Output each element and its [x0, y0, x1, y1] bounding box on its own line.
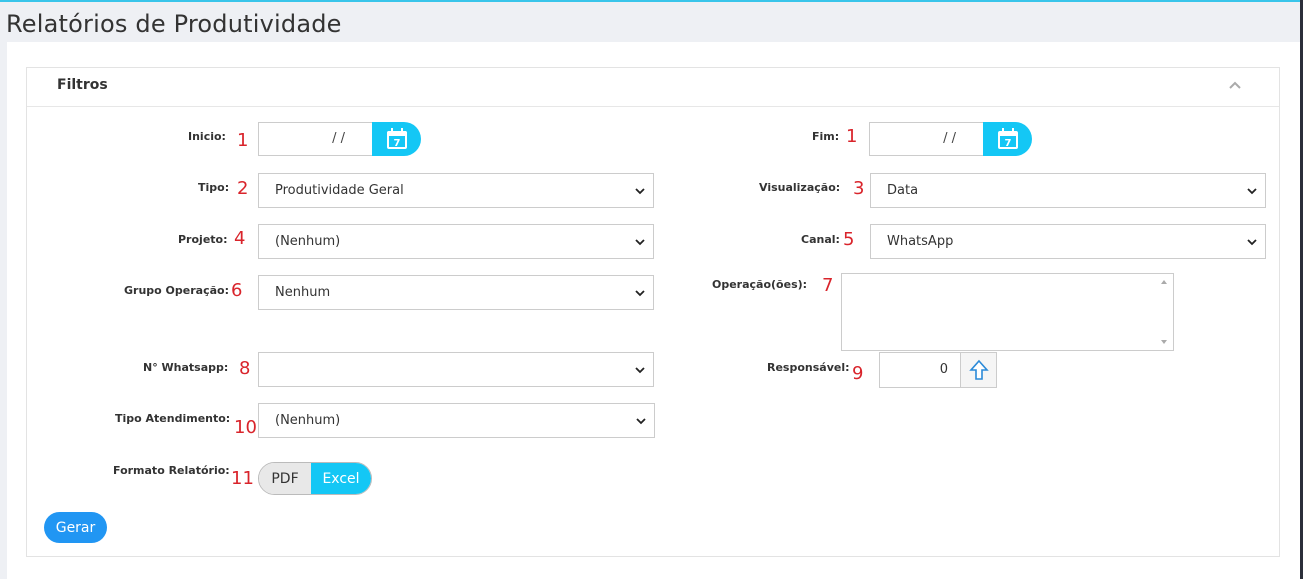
projeto-select-value: (Nenhum): [275, 234, 341, 249]
responsavel-spin-button[interactable]: [960, 352, 997, 388]
grupo-operacao-select-value: Nenhum: [275, 285, 331, 300]
formato-label: Formato Relatório:: [113, 464, 230, 477]
fim-date-input[interactable]: / /: [869, 122, 985, 156]
marker-10: 10: [234, 417, 257, 438]
chevron-down-icon: [635, 239, 645, 246]
visualizacao-label: Visualização:: [759, 181, 841, 194]
marker-2: 2: [237, 178, 249, 199]
tipo-select-value: Produtividade Geral: [275, 183, 404, 198]
panel-title: Filtros: [57, 77, 108, 93]
inicio-calendar-button[interactable]: 7: [372, 122, 421, 156]
calendar-icon: 7: [386, 128, 407, 149]
page-title: Relatórios de Produtividade: [6, 10, 342, 38]
responsavel-label: Responsável:: [767, 361, 850, 374]
whatsapp-select[interactable]: [258, 352, 654, 387]
tipo-atendimento-select-value: (Nenhum): [275, 413, 341, 428]
inicio-label: Inicio:: [188, 130, 226, 143]
marker-3: 3: [853, 178, 865, 199]
panel-header: Filtros: [27, 68, 1279, 107]
marker-6: 6: [231, 280, 243, 301]
arrow-up-icon: [968, 359, 989, 380]
chevron-down-icon: [635, 367, 645, 374]
visualizacao-select[interactable]: Data: [870, 173, 1266, 208]
chevron-up-icon[interactable]: [1227, 78, 1243, 94]
projeto-select[interactable]: (Nenhum): [258, 224, 654, 259]
marker-9: 9: [852, 363, 864, 384]
tipo-select[interactable]: Produtividade Geral: [258, 173, 654, 208]
scroll-up-arrow[interactable]: [1161, 280, 1167, 284]
canal-label: Canal:: [801, 233, 840, 246]
visualizacao-select-value: Data: [887, 183, 919, 198]
marker-5: 5: [843, 229, 855, 250]
tipo-label: Tipo:: [198, 181, 230, 194]
top-accent-line: [0, 0, 1303, 2]
operacoes-label: Operação(ões):: [712, 278, 808, 291]
formato-option-excel[interactable]: Excel: [311, 463, 371, 494]
svg-text:7: 7: [1004, 138, 1011, 149]
marker-4: 4: [234, 228, 246, 249]
marker-8: 8: [239, 358, 251, 379]
tipo-atendimento-label: Tipo Atendimento:: [115, 412, 231, 425]
chevron-down-icon: [1247, 188, 1257, 195]
fim-calendar-button[interactable]: 7: [983, 122, 1032, 156]
chevron-down-icon: [635, 290, 645, 297]
canal-select[interactable]: WhatsApp: [870, 224, 1266, 259]
grupo-operacao-label: Grupo Operação:: [124, 284, 229, 297]
canal-select-value: WhatsApp: [887, 234, 954, 249]
grupo-operacao-select[interactable]: Nenhum: [258, 275, 654, 310]
responsavel-input[interactable]: 0: [879, 352, 961, 388]
whatsapp-label: N° Whatsapp:: [143, 361, 229, 374]
formato-toggle: PDF Excel: [258, 462, 372, 495]
svg-text:7: 7: [393, 138, 400, 149]
marker-1a: 1: [237, 130, 249, 151]
tipo-atendimento-select[interactable]: (Nenhum): [258, 403, 655, 438]
gerar-button[interactable]: Gerar: [44, 512, 107, 543]
calendar-icon: 7: [997, 128, 1018, 149]
marker-1b: 1: [846, 126, 858, 147]
inicio-date-input[interactable]: / /: [258, 122, 374, 156]
chevron-down-icon: [636, 418, 646, 425]
chevron-down-icon: [1247, 239, 1257, 246]
scroll-down-arrow[interactable]: [1161, 340, 1167, 344]
operacoes-multiselect[interactable]: [841, 273, 1174, 351]
formato-option-pdf[interactable]: PDF: [259, 463, 311, 494]
marker-11: 11: [231, 468, 254, 489]
fim-label: Fim:: [812, 130, 840, 143]
marker-7: 7: [822, 275, 834, 296]
projeto-label: Projeto:: [178, 233, 228, 246]
chevron-down-icon: [635, 188, 645, 195]
